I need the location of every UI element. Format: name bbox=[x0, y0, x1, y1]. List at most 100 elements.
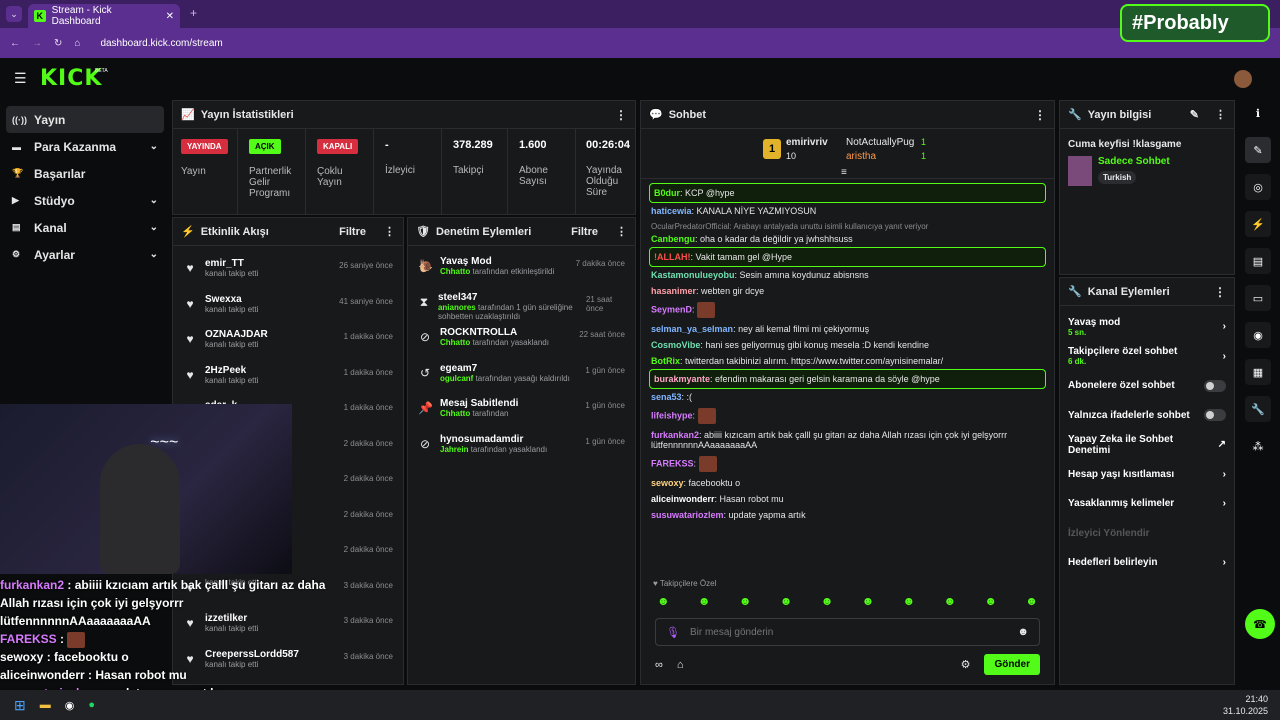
chrome-icon[interactable]: ◉ bbox=[65, 699, 75, 712]
back-icon[interactable]: ← bbox=[10, 38, 20, 49]
support-icon[interactable]: ☎ bbox=[1245, 609, 1275, 639]
toggle-switch[interactable] bbox=[1204, 409, 1226, 422]
chat-username[interactable]: !ALLAH! bbox=[654, 252, 691, 262]
chat-input[interactable] bbox=[689, 626, 1008, 638]
moderation-target[interactable]: Mesaj Sabitlendi bbox=[440, 398, 518, 409]
emote-icon[interactable]: ☻ bbox=[862, 594, 875, 608]
chat-username[interactable]: Kastamonulueyobu bbox=[651, 270, 735, 280]
chat-username[interactable]: SeymenD bbox=[651, 304, 692, 314]
moderator-name[interactable]: Chhatto bbox=[440, 409, 470, 418]
emote-icon[interactable]: ☻ bbox=[780, 594, 793, 608]
new-tab-icon[interactable]: + bbox=[190, 6, 197, 20]
moderation-target[interactable]: Yavaş Mod bbox=[440, 256, 554, 267]
info-icon[interactable]: ℹ bbox=[1245, 100, 1271, 126]
moderation-target[interactable]: hynosumadamdir bbox=[440, 434, 547, 445]
broadcast-icon[interactable]: ◉ bbox=[1245, 322, 1271, 348]
channel-action-item[interactable]: Abonelere özel sohbet bbox=[1060, 371, 1234, 401]
chevron-down-icon[interactable]: ⌄ bbox=[150, 195, 158, 206]
url-field[interactable]: dashboard.kick.com/stream bbox=[100, 38, 222, 49]
emoji-icon[interactable]: ☻ bbox=[1017, 626, 1029, 638]
points-icon[interactable]: ∞ bbox=[655, 659, 663, 671]
activity-user[interactable]: OZNAAJDAR bbox=[205, 329, 268, 340]
chat-username[interactable]: haticewia bbox=[651, 206, 692, 216]
chat-username[interactable]: lifeishype bbox=[651, 410, 693, 420]
layout-icon[interactable]: ▦ bbox=[1245, 359, 1271, 385]
spotify-icon[interactable]: ● bbox=[88, 699, 95, 711]
channel-action-item[interactable]: Yavaş mod 5 sn. › bbox=[1060, 312, 1234, 342]
windows-start-icon[interactable]: ⊞ bbox=[14, 697, 26, 714]
store-icon[interactable]: ⌂ bbox=[677, 659, 684, 671]
sidebar-item[interactable]: ⚙ Ayarlar ⌄ bbox=[6, 241, 164, 268]
chat-menu-icon[interactable]: ⋮ bbox=[1034, 108, 1046, 122]
sidebar-item[interactable]: ▬ Para Kazanma ⌄ bbox=[6, 133, 164, 160]
sidebar-item[interactable]: 🏆 Başarılar bbox=[6, 160, 164, 187]
emote-icon[interactable]: ☻ bbox=[984, 594, 997, 608]
category-name[interactable]: Sadece Sohbet bbox=[1098, 156, 1170, 167]
home-icon[interactable]: ⌂ bbox=[74, 38, 80, 49]
edit-icon[interactable]: ✎ bbox=[1190, 108, 1199, 121]
chat-username[interactable]: sewoxy bbox=[651, 478, 684, 488]
chat-username[interactable]: FAREKSS bbox=[651, 458, 694, 468]
toggle-switch[interactable] bbox=[1204, 379, 1226, 392]
tab-list-icon[interactable]: ⌄ bbox=[6, 6, 22, 22]
moderator-name[interactable]: Chhatto bbox=[440, 267, 470, 276]
stream-info-menu-icon[interactable]: ⋮ bbox=[1215, 108, 1226, 121]
sidebar-item[interactable]: ▤ Kanal ⌄ bbox=[6, 214, 164, 241]
activity-user[interactable]: Swexxa bbox=[205, 294, 258, 305]
activity-filter-button[interactable]: Filtre bbox=[339, 226, 366, 238]
activity-menu-icon[interactable]: ⋮ bbox=[384, 225, 395, 238]
mic-icon[interactable]: 🎙 bbox=[666, 626, 680, 639]
moderator-name[interactable]: anianores bbox=[438, 303, 476, 312]
sidebar-item[interactable]: ((·)) Yayın bbox=[6, 106, 164, 133]
moderator-name[interactable]: Chhatto bbox=[440, 338, 470, 347]
browser-tab[interactable]: K Stream - Kick Dashboard ✕ bbox=[28, 4, 180, 28]
channel-action-item[interactable]: Yapay Zeka ile Sohbet Denetimi ↗ bbox=[1060, 430, 1234, 460]
chat-settings-icon[interactable]: ⚙ bbox=[961, 658, 971, 671]
moderator-name[interactable]: Jahrein bbox=[440, 445, 468, 454]
chat-icon[interactable]: ▭ bbox=[1245, 285, 1271, 311]
chat-username[interactable]: B0dur bbox=[654, 188, 680, 198]
chevron-down-icon[interactable]: ⌄ bbox=[150, 249, 158, 260]
emote-icon[interactable]: ☻ bbox=[903, 594, 916, 608]
emote-icon[interactable]: ☻ bbox=[943, 594, 956, 608]
moderation-menu-icon[interactable]: ⋮ bbox=[616, 225, 627, 238]
chat-username[interactable]: hasanimer bbox=[651, 286, 696, 296]
moderation-target[interactable]: steel347 bbox=[438, 292, 578, 303]
tool-icon[interactable]: 🔧 bbox=[1245, 396, 1271, 422]
channel-action-item[interactable]: Yalnızca ifadelerle sohbet bbox=[1060, 401, 1234, 431]
close-tab-icon[interactable]: ✕ bbox=[166, 11, 174, 22]
moderation-target[interactable]: ROCKNTROLLA bbox=[440, 327, 549, 338]
chevron-down-icon[interactable]: ⌄ bbox=[150, 141, 158, 152]
channel-action-item[interactable]: İzleyici Yönlendir bbox=[1060, 519, 1234, 549]
document-icon[interactable]: ▤ bbox=[1245, 248, 1271, 274]
chevron-down-icon[interactable]: ⌄ bbox=[150, 222, 158, 233]
channel-action-item[interactable]: Hedefleri belirleyin › bbox=[1060, 548, 1234, 578]
chat-username[interactable]: selman_ya_selman bbox=[651, 324, 733, 334]
pencil-icon[interactable]: ✎ bbox=[1245, 137, 1271, 163]
channel-action-item[interactable]: Yasaklanmış kelimeler › bbox=[1060, 489, 1234, 519]
clock[interactable]: 21:40 31.10.2025 bbox=[1223, 693, 1268, 717]
gifter-1[interactable]: emirivriv bbox=[786, 137, 828, 148]
reload-icon[interactable]: ↻ bbox=[54, 38, 62, 49]
chat-username[interactable]: aliceinwonderr bbox=[651, 494, 715, 504]
moderation-target[interactable]: egeam7 bbox=[440, 363, 570, 374]
kick-logo[interactable]: KICK bbox=[40, 66, 102, 91]
chat-username[interactable]: susuwatariozlem bbox=[651, 510, 724, 520]
chat-username[interactable]: burakmyante bbox=[654, 374, 710, 384]
chat-username[interactable]: sena53 bbox=[651, 392, 682, 402]
activity-user[interactable]: 2HzPeek bbox=[205, 365, 258, 376]
emote-icon[interactable]: ☻ bbox=[821, 594, 834, 608]
moderation-filter-button[interactable]: Filtre bbox=[571, 226, 598, 238]
nodes-icon[interactable]: ⁂ bbox=[1245, 433, 1271, 459]
avatar[interactable] bbox=[1234, 70, 1252, 88]
channel-action-item[interactable]: Hesap yaşı kısıtlaması › bbox=[1060, 460, 1234, 490]
hamburger-menu-icon[interactable]: ☰ bbox=[14, 70, 27, 87]
activity-user[interactable]: emir_TT bbox=[205, 258, 258, 269]
target-icon[interactable]: ◎ bbox=[1245, 174, 1271, 200]
moderator-name[interactable]: ogulcanf bbox=[440, 374, 473, 383]
gifter-2[interactable]: NotActuallyPug bbox=[846, 137, 914, 148]
sidebar-item[interactable]: ▶ Stüdyo ⌄ bbox=[6, 187, 164, 214]
emote-icon[interactable]: ☻ bbox=[657, 594, 670, 608]
chat-input-box[interactable]: 🎙 ☻ bbox=[655, 618, 1040, 646]
chat-username[interactable]: Canbengu bbox=[651, 234, 695, 244]
